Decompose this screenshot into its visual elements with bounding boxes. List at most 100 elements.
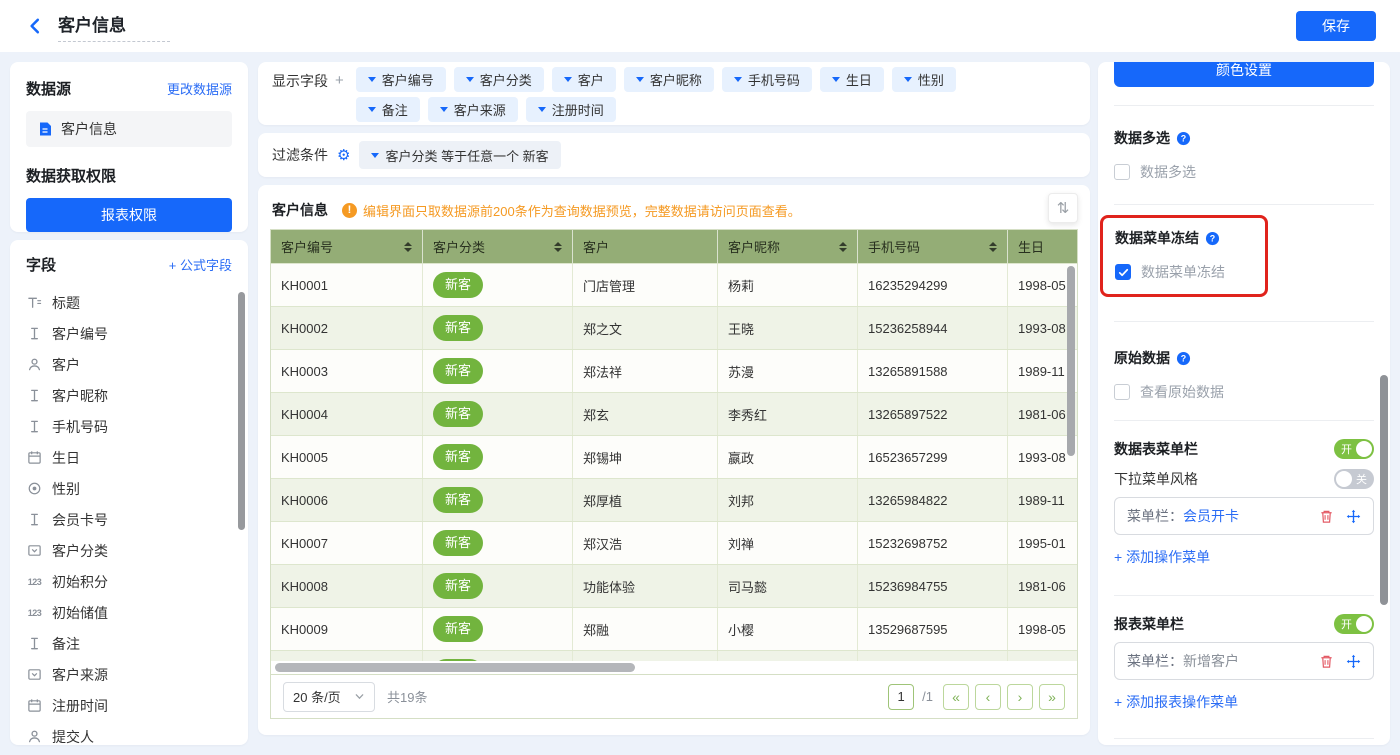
cell-nickname: 司马懿 <box>718 565 858 607</box>
field-chip-label: 生日 <box>846 70 872 89</box>
datasource-item[interactable]: 客户信息 <box>26 111 232 147</box>
field-item[interactable]: 客户分类 <box>26 535 248 566</box>
table-row: KH0005 新客 郑锡坤 嬴政 16523657299 1993-08 <box>271 435 1077 478</box>
chevron-down-icon <box>354 691 365 702</box>
field-label: 备注 <box>52 634 80 654</box>
field-chip[interactable]: 客户昵称 <box>624 67 714 92</box>
sort-arrows-icon[interactable] <box>404 242 412 252</box>
filter-condition-chip[interactable]: 客户分类 等于任意一个 新客 <box>359 141 560 169</box>
sort-arrows-icon[interactable] <box>554 242 562 252</box>
page-size-select[interactable]: 20 条/页 <box>283 682 375 712</box>
first-page-button[interactable]: « <box>943 684 969 710</box>
move-icon[interactable] <box>1346 509 1361 524</box>
report-permission-button[interactable]: 报表权限 <box>26 198 232 232</box>
sort-order-button[interactable]: ⇅ <box>1048 193 1078 223</box>
field-item[interactable]: 客户来源 <box>26 659 248 690</box>
column-header[interactable]: 生日 <box>1008 230 1077 263</box>
gear-icon[interactable]: ⚙ <box>337 148 350 163</box>
field-type-icon <box>26 667 43 682</box>
field-item[interactable]: 生日 <box>26 442 248 473</box>
field-item[interactable]: 标题 <box>26 287 248 318</box>
menu-freeze-checkbox-label[interactable]: 数据菜单冻结 <box>1141 262 1225 282</box>
back-icon[interactable] <box>24 15 46 37</box>
column-header[interactable]: 客户 <box>573 230 718 263</box>
field-item[interactable]: 客户昵称 <box>26 380 248 411</box>
field-chip[interactable]: 手机号码 <box>722 67 812 92</box>
column-header[interactable]: 手机号码 <box>858 230 1008 263</box>
field-item[interactable]: 123 初始积分 <box>26 566 248 597</box>
multi-select-checkbox-label[interactable]: 数据多选 <box>1140 162 1196 182</box>
menu-item-name[interactable]: 会员开卡 <box>1183 506 1239 526</box>
field-chip[interactable]: 客户分类 <box>454 67 544 92</box>
field-chip[interactable]: 生日 <box>820 67 884 92</box>
next-page-button[interactable]: › <box>1007 684 1033 710</box>
menu-item-name[interactable]: 新增客户 <box>1183 651 1239 671</box>
field-item[interactable]: 客户编号 <box>26 318 248 349</box>
field-label: 手机号码 <box>52 417 108 437</box>
data-preview-panel: 客户信息 ! 编辑界面只取数据源前200条作为查询数据预览，完整数据请访问页面查… <box>258 185 1090 735</box>
save-button[interactable]: 保存 <box>1296 11 1376 41</box>
fields-scrollbar[interactable] <box>238 292 245 530</box>
table-vertical-scrollbar[interactable] <box>1067 266 1075 456</box>
dropdown-style-toggle[interactable]: 关 <box>1334 469 1374 489</box>
cell-phone: 13529687595 <box>858 608 1008 650</box>
column-header[interactable]: 客户昵称 <box>718 230 858 263</box>
prev-page-button[interactable]: ‹ <box>975 684 1001 710</box>
field-item[interactable]: 会员卡号 <box>26 504 248 535</box>
add-report-action-menu-link[interactable]: + 添加报表操作菜单 <box>1114 692 1238 712</box>
help-icon[interactable]: ? <box>1176 351 1191 366</box>
move-icon[interactable] <box>1346 654 1361 669</box>
column-header[interactable]: 客户分类 <box>423 230 573 263</box>
dropdown-style-label: 下拉菜单风格 <box>1114 469 1198 489</box>
field-item[interactable]: 备注 <box>26 628 248 659</box>
add-display-field-button[interactable]: + <box>335 72 344 89</box>
raw-data-checkbox[interactable] <box>1114 384 1130 400</box>
column-header[interactable]: 客户编号 <box>271 230 423 263</box>
help-icon[interactable]: ? <box>1176 131 1191 146</box>
raw-data-checkbox-label[interactable]: 查看原始数据 <box>1140 382 1224 402</box>
table-row: KH0003 新客 郑法祥 苏漫 13265891588 1989-11 <box>271 349 1077 392</box>
chevron-down-icon <box>538 107 546 112</box>
field-chip[interactable]: 客户编号 <box>356 67 446 92</box>
cell-phone: 15232698752 <box>858 522 1008 564</box>
menu-freeze-checkbox[interactable] <box>1115 264 1131 280</box>
table-horizontal-scrollbar[interactable] <box>275 663 635 672</box>
sort-arrows-icon[interactable] <box>839 242 847 252</box>
report-menu-toggle[interactable]: 开 <box>1334 614 1374 634</box>
field-item[interactable]: 手机号码 <box>26 411 248 442</box>
settings-scrollbar[interactable] <box>1380 375 1388 605</box>
report-menu-title: 报表菜单栏 <box>1114 614 1184 634</box>
cell-phone: 15236984755 <box>858 565 1008 607</box>
color-settings-button[interactable]: 颜色设置 <box>1114 62 1374 87</box>
table-menu-toggle[interactable]: 开 <box>1334 439 1374 459</box>
change-datasource-link[interactable]: 更改数据源 <box>167 79 232 98</box>
delete-icon[interactable] <box>1319 509 1334 524</box>
toggle-knob <box>1336 471 1352 487</box>
settings-panel: 颜色设置 数据多选 ? 数据多选 数据菜单冻结 ? 数据菜单冻结 原始数据 ? … <box>1098 62 1390 745</box>
add-formula-field-link[interactable]: + 公式字段 <box>169 255 232 274</box>
field-type-icon <box>26 698 43 713</box>
cell-phone: 16235294299 <box>858 264 1008 306</box>
sort-arrows-icon[interactable] <box>989 242 997 252</box>
field-type-icon <box>26 512 43 527</box>
page-size-value: 20 条/页 <box>293 687 341 706</box>
field-item[interactable]: 提交人 <box>26 721 248 745</box>
field-item[interactable]: 性别 <box>26 473 248 504</box>
field-chip[interactable]: 客户 <box>552 67 616 92</box>
field-item[interactable]: 123 初始储值 <box>26 597 248 628</box>
field-chip[interactable]: 注册时间 <box>526 97 616 122</box>
field-item[interactable]: 客户 <box>26 349 248 380</box>
column-header-label: 手机号码 <box>868 237 920 256</box>
field-chip[interactable]: 性别 <box>892 67 956 92</box>
delete-icon[interactable] <box>1319 654 1334 669</box>
last-page-button[interactable]: » <box>1039 684 1065 710</box>
field-label: 初始储值 <box>52 603 108 623</box>
help-icon[interactable]: ? <box>1205 231 1220 246</box>
field-item[interactable]: 注册时间 <box>26 690 248 721</box>
multi-select-checkbox[interactable] <box>1114 164 1130 180</box>
add-action-menu-link[interactable]: + 添加操作菜单 <box>1114 547 1210 567</box>
field-chip[interactable]: 客户来源 <box>428 97 518 122</box>
filter-label: 过滤条件 <box>272 145 328 165</box>
field-chip[interactable]: 备注 <box>356 97 420 122</box>
page-number-input[interactable]: 1 <box>888 684 914 710</box>
